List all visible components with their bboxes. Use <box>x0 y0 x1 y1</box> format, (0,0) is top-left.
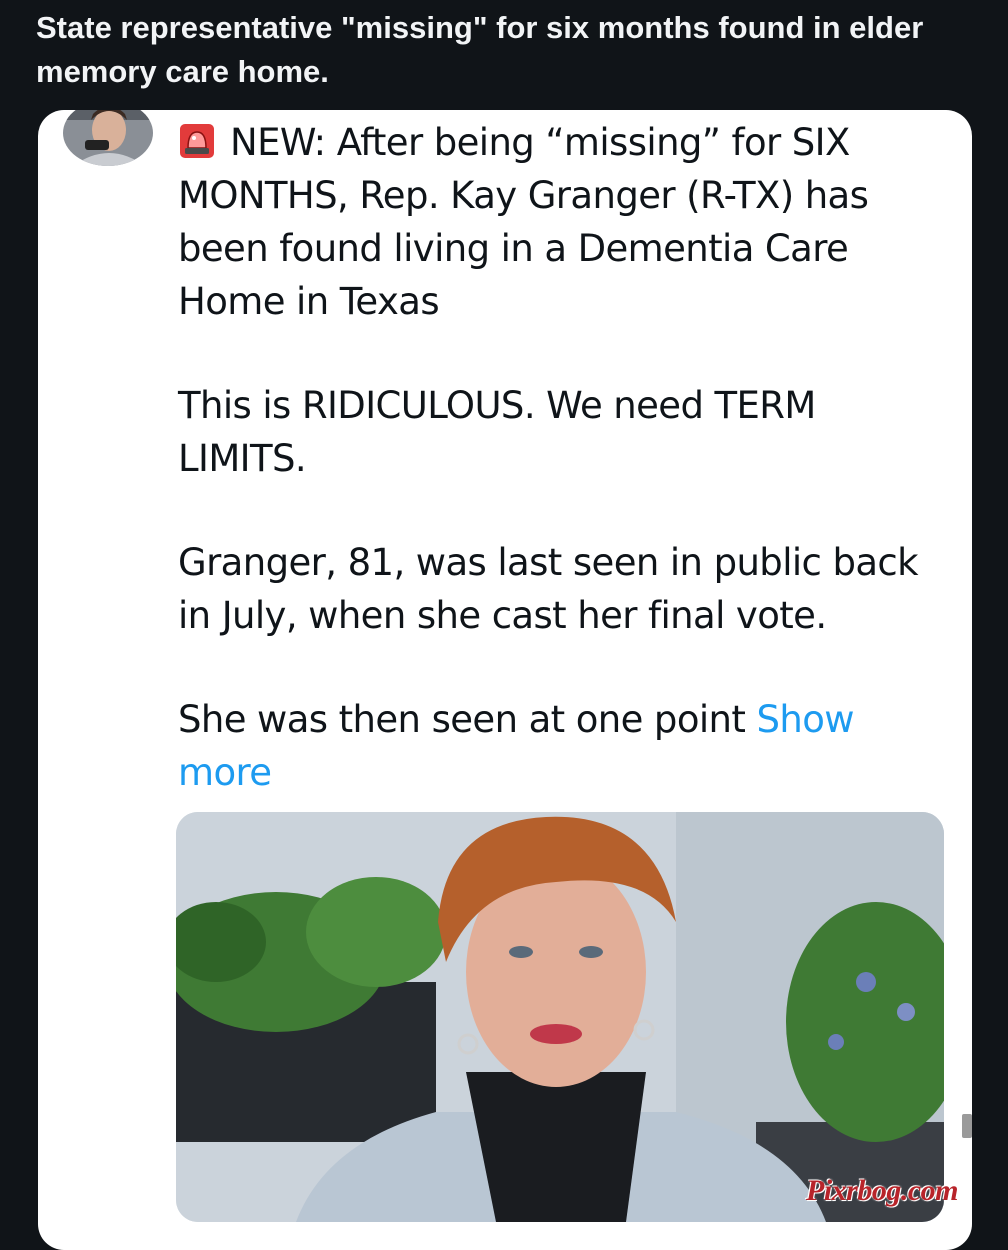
tweet-paragraph: Granger, 81, was last seen in public bac… <box>178 541 919 637</box>
portrait-photo <box>176 812 944 1222</box>
watermark-logo: Pixrbog.com <box>806 1174 959 1207</box>
police-car-light-icon <box>178 121 216 159</box>
scrollbar-thumb[interactable] <box>962 1114 972 1138</box>
tweet-paragraph: This is RIDICULOUS. We need TERM LIMITS. <box>178 384 816 480</box>
post-title: State representative "missing" for six m… <box>36 10 924 89</box>
tweet-paragraph: NEW: After being “missing” for SIX MONTH… <box>178 121 869 323</box>
user-avatar-icon[interactable] <box>63 110 153 166</box>
tweet-text: NEW: After being “missing” for SIX MONTH… <box>178 116 938 850</box>
tweet-paragraph: She was then seen at one point Show more <box>178 698 855 794</box>
tweet-card[interactable]: NEW: After being “missing” for SIX MONTH… <box>38 110 972 1250</box>
tweet-media-image[interactable] <box>176 812 944 1222</box>
